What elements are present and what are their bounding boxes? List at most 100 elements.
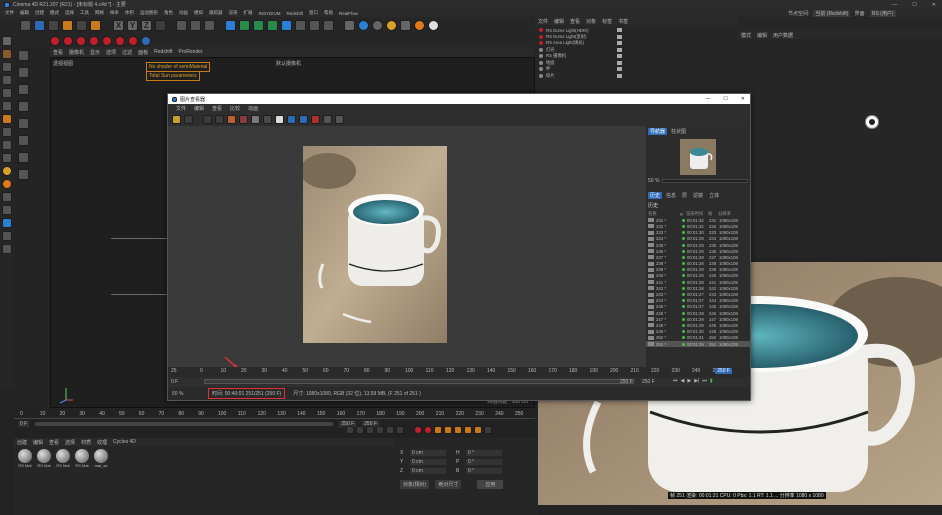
pv-loop-icon[interactable]: ▮ (710, 378, 713, 384)
menu-item[interactable]: 选择 (62, 10, 77, 16)
paste-icon[interactable] (215, 114, 224, 124)
material-menu-item[interactable]: 查看 (49, 439, 59, 446)
picture-canvas[interactable] (168, 126, 646, 370)
close-icon[interactable]: ✕ (926, 2, 942, 8)
history-row[interactable]: 232 * 00:01:32 232 1080x108 (646, 223, 750, 229)
magnet-icon[interactable] (2, 244, 12, 254)
menu-item[interactable]: 样条 (107, 10, 122, 16)
stop-render-icon[interactable] (311, 114, 320, 124)
axis-icon[interactable] (2, 114, 12, 124)
rs-material-icon-2[interactable] (63, 35, 73, 46)
history-row[interactable]: 246 * 00:01:28 246 1080x108 (646, 310, 750, 316)
knife-icon[interactable] (18, 50, 29, 61)
autokey-icon[interactable] (424, 426, 432, 434)
select-tool-icon[interactable] (76, 20, 87, 31)
pv-frame-start[interactable]: 0 F (171, 379, 178, 385)
coord-value-field[interactable]: 0 ° (466, 459, 502, 465)
workplane-icon[interactable] (2, 192, 12, 202)
fit-icon[interactable] (275, 114, 284, 124)
attribute-menu-item[interactable]: 用户数据 (773, 32, 793, 39)
copy-icon[interactable] (203, 114, 212, 124)
history-row[interactable]: 241 * 00:01:28 241 1080x108 (646, 279, 750, 285)
history-col-frame[interactable]: 帧 (708, 211, 718, 217)
cleanup-icon[interactable] (335, 114, 344, 124)
material-swatch[interactable]: RS Mat (55, 449, 71, 468)
object-menu-item[interactable]: 对象 (586, 18, 596, 25)
rs-icon[interactable] (358, 20, 369, 31)
render-view-icon[interactable] (176, 20, 187, 31)
history-col-time[interactable]: 渲染时间 (686, 211, 708, 217)
menu-item[interactable]: 帮助 (321, 10, 336, 16)
history-tab[interactable]: 信息 (664, 192, 678, 199)
points-mode-icon[interactable] (2, 62, 12, 72)
render-settings-icon[interactable] (204, 20, 215, 31)
history-tab[interactable]: 滤镜 (691, 192, 705, 199)
r-channel-icon[interactable] (239, 114, 248, 124)
y-axis-lock-icon[interactable]: Y (127, 20, 138, 31)
history-row[interactable]: 244 * 00:01:27 244 1080x108 (646, 298, 750, 304)
solo-icon[interactable] (2, 153, 12, 163)
keyframe-icon[interactable] (434, 426, 442, 434)
material-menu-item[interactable]: 选择 (65, 439, 75, 446)
object-menu-item[interactable]: 文件 (538, 18, 548, 25)
navigator-thumbnail[interactable] (680, 139, 716, 175)
pv-minimize-icon[interactable]: — (700, 96, 715, 102)
material-menu-item[interactable]: 编辑 (33, 439, 43, 446)
object-tag-icon[interactable] (617, 73, 622, 78)
rs-material-icon-1[interactable] (50, 35, 60, 46)
coord-size-select[interactable]: 绝对尺寸 (435, 480, 462, 489)
bend-icon[interactable] (281, 20, 292, 31)
record-icon[interactable] (414, 426, 422, 434)
g-channel-icon[interactable] (251, 114, 260, 124)
pv-menu-item[interactable]: 动画 (244, 105, 262, 112)
coord-value-field[interactable]: 0 cm (410, 468, 446, 474)
array-icon[interactable] (267, 20, 278, 31)
viewport-menu-item[interactable]: 面板 (138, 49, 148, 56)
menu-item[interactable]: 运动图形 (137, 10, 161, 16)
history-row[interactable]: 243 * 00:01:27 243 1080x108 (646, 291, 750, 297)
move-tool-icon[interactable] (34, 20, 45, 31)
rs-material-icon-7[interactable] (128, 35, 138, 46)
history-row[interactable]: 233 * 00:01:30 233 1080x108 (646, 230, 750, 236)
lock-icon[interactable] (2, 205, 12, 215)
history-row[interactable]: 249 * 00:01:30 249 1080x108 (646, 329, 750, 335)
attribute-menu-item[interactable]: 模式 (741, 32, 751, 39)
viewport-menu-item[interactable]: 摄像机 (69, 49, 84, 56)
menu-item[interactable]: 体积 (122, 10, 137, 16)
render-region-icon[interactable] (323, 114, 332, 124)
object-row[interactable]: 碎片 (539, 73, 738, 80)
pv-next-icon[interactable]: ▶| (694, 378, 699, 384)
render-to-picture-viewer-icon[interactable] (190, 20, 201, 31)
pv-close-icon[interactable]: ✕ (736, 96, 750, 102)
menu-item[interactable]: 模式 (47, 10, 62, 16)
menu-item[interactable]: INSYDIUM (256, 11, 284, 16)
history-row[interactable]: 247 * 00:01:29 247 1080x108 (646, 316, 750, 322)
viewport-menu-item[interactable]: Redshift (154, 49, 172, 55)
light-icon[interactable] (323, 20, 334, 31)
history-row[interactable]: 237 * 00:01:28 237 1080x108 (646, 254, 750, 260)
rgb-icon[interactable] (227, 114, 236, 124)
history-row[interactable]: 231 * 00:01:32 231 1080x108 (646, 217, 750, 223)
sun-icon[interactable] (428, 20, 439, 31)
model-mode-icon[interactable] (2, 36, 12, 46)
tab-navigator[interactable]: 导航器 (648, 128, 668, 135)
floor-icon[interactable] (295, 20, 306, 31)
menu-item[interactable]: RealFlow (336, 11, 361, 16)
maximize-icon[interactable]: ☐ (906, 2, 922, 8)
rs-material-icon-5[interactable] (102, 35, 112, 46)
history-col-res[interactable]: 分辨率 (718, 211, 740, 217)
ab-compare-icon[interactable] (287, 114, 296, 124)
coord-value-field[interactable]: 0 ° (466, 450, 502, 456)
object-tag-icon[interactable] (617, 60, 622, 65)
layout-select[interactable]: RS (用户) (869, 9, 896, 17)
menu-item[interactable]: 角色 (161, 10, 176, 16)
history-col-name[interactable]: 名称 (648, 211, 680, 217)
b-channel-icon[interactable] (263, 114, 272, 124)
menu-item[interactable]: 窗口 (306, 10, 321, 16)
timeline-start-field[interactable]: 0 F (18, 421, 30, 427)
key-param-icon[interactable] (474, 426, 482, 434)
material-swatch[interactable]: mat_se (93, 449, 109, 468)
object-tag-icon[interactable] (617, 41, 622, 46)
attribute-menu-item[interactable]: 编辑 (757, 32, 767, 39)
b-icon[interactable] (386, 20, 397, 31)
